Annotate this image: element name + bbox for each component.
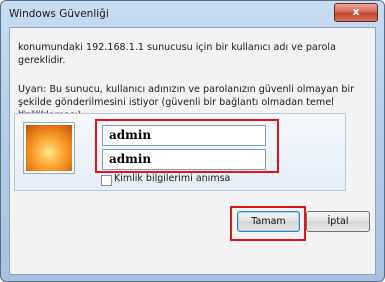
remember-label: Kimlik bilgilerimi anımsa [114, 173, 231, 184]
window-title: Windows Güvenliği [9, 8, 109, 20]
dialog-window: Windows Güvenliği x konumundaki 192.168.… [0, 0, 385, 282]
remember-checkbox[interactable] [101, 175, 112, 186]
warning-line-1: Uyarı: Bu sunucu, kullanıcı adınızın ve … [18, 84, 355, 95]
username-field[interactable]: admin [102, 125, 266, 146]
user-tile-icon [23, 122, 75, 174]
ok-button[interactable]: Tamam [237, 211, 300, 232]
message-line-2: gereklidir. [18, 55, 66, 66]
cancel-button[interactable]: İptal [306, 211, 370, 232]
close-button[interactable]: x [334, 3, 378, 22]
message-line-1: konumundaki 192.168.1.1 sunucusu için bi… [18, 42, 336, 53]
password-field[interactable]: admin [102, 149, 266, 170]
